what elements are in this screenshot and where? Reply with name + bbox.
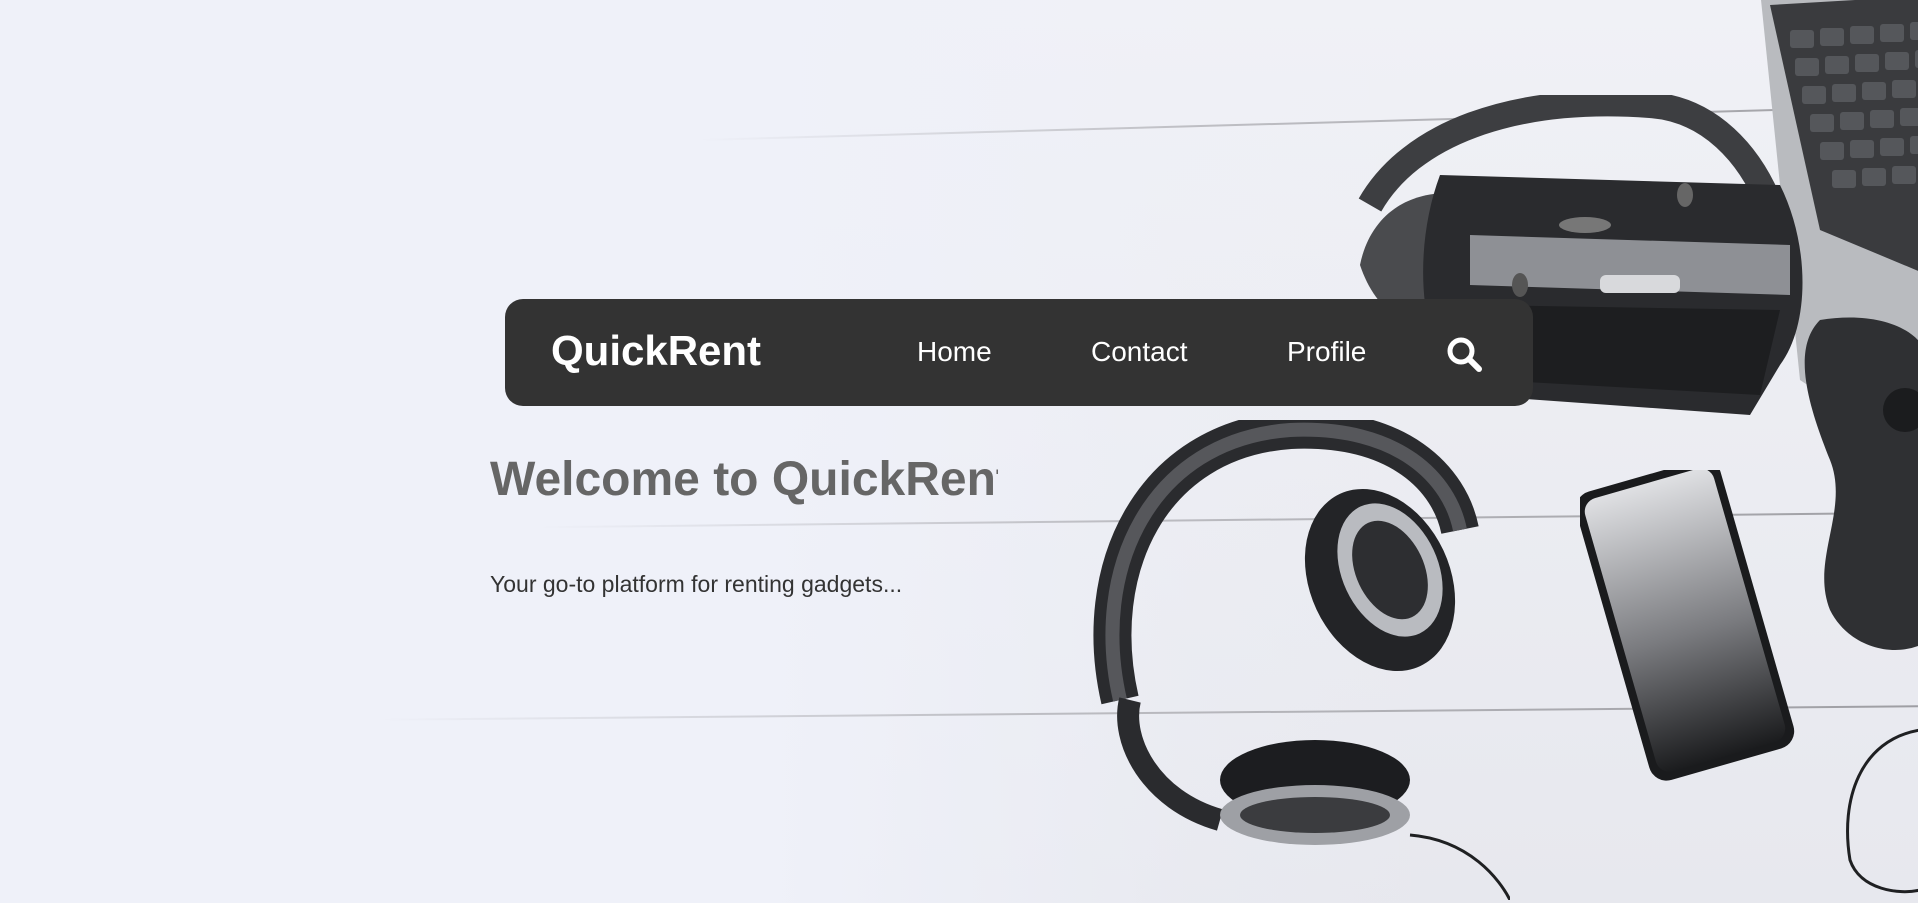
brand-logo[interactable]: QuickRent (551, 327, 761, 375)
nav-link-contact[interactable]: Contact (1091, 335, 1188, 369)
smartphone-image (1580, 470, 1795, 781)
nav-link-profile[interactable]: Profile (1287, 335, 1366, 369)
nav-link-home[interactable]: Home (917, 335, 992, 369)
search-button[interactable] (1444, 334, 1484, 374)
headphones-image (1093, 420, 1510, 900)
navbar: QuickRent Home Contact Profile (505, 299, 1533, 406)
search-icon (1447, 337, 1482, 372)
cable-image (1846, 728, 1918, 894)
hero-tagline: Your go-to platform for renting gadgets.… (490, 571, 903, 597)
hero-heading: Welcome to QuickRent (490, 453, 998, 506)
